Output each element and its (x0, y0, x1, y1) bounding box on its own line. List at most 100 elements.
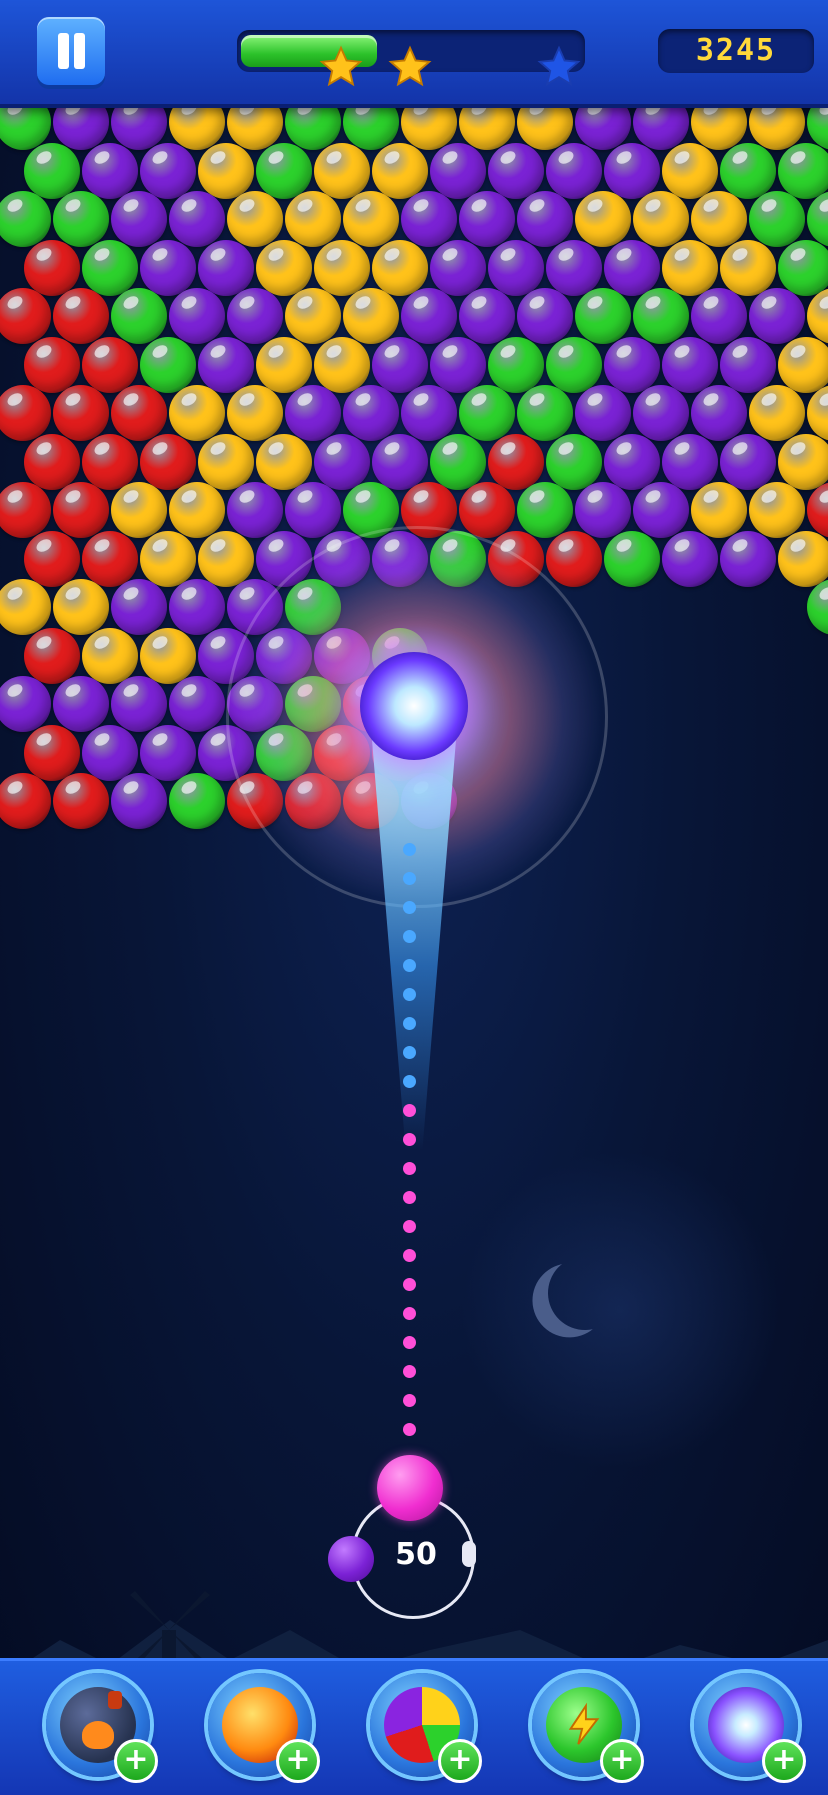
bubble (169, 191, 225, 247)
bubble (169, 773, 225, 829)
bubble (285, 385, 341, 441)
bubble (778, 336, 828, 393)
bubble (24, 239, 80, 296)
bubble (691, 482, 747, 538)
bubble (227, 288, 283, 344)
bubble (0, 773, 51, 829)
bubble (749, 482, 805, 538)
shots-left-counter: 50 (395, 1537, 437, 1572)
blast-core-icon (360, 652, 468, 760)
bubble (662, 530, 718, 587)
bubble (24, 627, 80, 684)
bubble (604, 142, 660, 199)
bubble (778, 433, 828, 490)
bubble (198, 336, 254, 393)
bubble (169, 579, 225, 635)
bubble (778, 530, 828, 587)
bubble (198, 142, 254, 199)
bubble (459, 191, 515, 247)
bubble (140, 142, 196, 199)
booster-bomb-button[interactable]: + (46, 1673, 158, 1783)
bubble (459, 482, 515, 538)
bubble (140, 433, 196, 490)
aim-dot (403, 1336, 416, 1349)
pause-button[interactable] (37, 17, 105, 85)
bubble (488, 239, 544, 296)
bubble (285, 191, 341, 247)
bubble (517, 191, 573, 247)
bubble (24, 142, 80, 199)
bubble (546, 239, 602, 296)
aim-dot (403, 1307, 416, 1320)
bubble (0, 579, 51, 635)
bubble (0, 385, 51, 441)
booster-rainbow-button[interactable]: + (370, 1673, 482, 1783)
bubble (546, 142, 602, 199)
bubble (82, 433, 138, 490)
bubble (198, 530, 254, 587)
bubble (256, 336, 312, 393)
bubble (575, 482, 631, 538)
bubble (604, 530, 660, 587)
bubble (546, 530, 602, 587)
bubble (807, 191, 828, 247)
bubble (575, 385, 631, 441)
bubble (517, 385, 573, 441)
booster-bar: + + + + + (0, 1658, 828, 1795)
booster-lightning-button[interactable]: + (532, 1673, 644, 1783)
add-booster-rainbow-button[interactable]: + (438, 1739, 482, 1783)
pause-icon (58, 33, 69, 69)
add-booster-lightning-button[interactable]: + (600, 1739, 644, 1783)
bubble (111, 482, 167, 538)
bubble (517, 482, 573, 538)
bubble (749, 385, 805, 441)
bubble (314, 142, 370, 199)
booster-fireball-button[interactable]: + (208, 1673, 320, 1783)
bubble (169, 288, 225, 344)
bubble (633, 385, 689, 441)
current-bubble[interactable] (377, 1455, 443, 1521)
bubble (720, 530, 776, 587)
bubble (691, 385, 747, 441)
bubble (749, 288, 805, 344)
bubble (227, 385, 283, 441)
next-bubble[interactable] (328, 1536, 374, 1582)
bubble (82, 336, 138, 393)
aim-dot (403, 1162, 416, 1175)
bubble (285, 288, 341, 344)
bubble (53, 482, 109, 538)
bubble (82, 142, 138, 199)
add-booster-blast-button[interactable]: + (762, 1739, 806, 1783)
bubble (401, 385, 457, 441)
bubble (430, 336, 486, 393)
booster-blast-button[interactable]: + (694, 1673, 806, 1783)
bubble (24, 433, 80, 490)
bubble (807, 579, 828, 635)
aim-dot (403, 1017, 416, 1030)
bubble (24, 336, 80, 393)
bubble (169, 676, 225, 732)
bubble (285, 482, 341, 538)
bubble (720, 433, 776, 490)
bubble (749, 191, 805, 247)
bubble (0, 482, 51, 538)
bubble (82, 724, 138, 781)
add-booster-fireball-button[interactable]: + (276, 1739, 320, 1783)
bubble (227, 482, 283, 538)
bubble (169, 482, 225, 538)
bubble (604, 239, 660, 296)
bubble (662, 336, 718, 393)
bubble (633, 191, 689, 247)
bubble (459, 288, 515, 344)
score-display: 3245 (658, 29, 814, 73)
bubble (807, 385, 828, 441)
swap-knob[interactable] (462, 1541, 476, 1567)
bubble (53, 773, 109, 829)
bubble (314, 336, 370, 393)
bubble (53, 288, 109, 344)
aim-dot (403, 872, 416, 885)
bubble (0, 676, 51, 732)
bubble (430, 239, 486, 296)
add-booster-bomb-button[interactable]: + (114, 1739, 158, 1783)
bubble (633, 482, 689, 538)
